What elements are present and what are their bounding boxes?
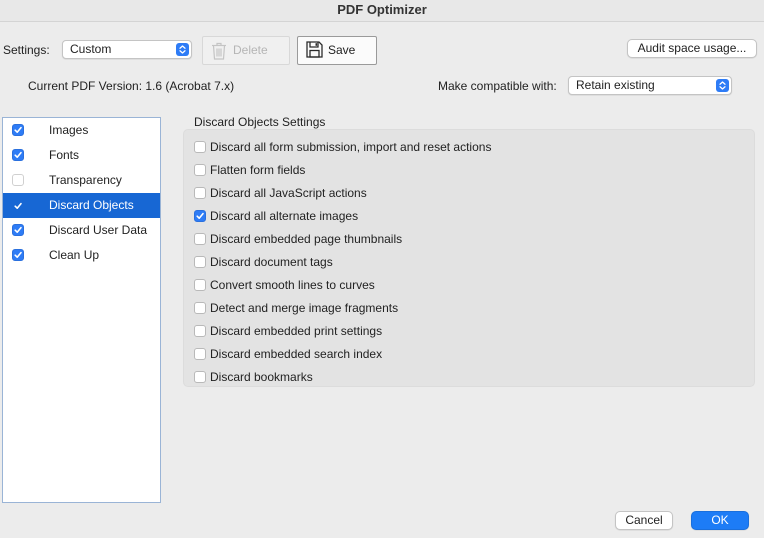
pdf-optimizer-window: Settings: Custom Delete Save Audit space… [0,22,764,538]
sidebar-checkbox-transparency[interactable] [12,174,24,186]
sidebar-item-label: Discard User Data [49,223,148,237]
settings-select[interactable]: Custom [62,40,192,59]
discard-objects-settings-group: Discard all form submission, import and … [183,129,755,387]
sidebar-item-label: Transparency [49,173,122,187]
sidebar-item-label: Clean Up [49,248,100,262]
delete-button[interactable]: Delete [202,36,290,65]
chevron-up-down-icon [716,79,729,92]
sidebar-item-label: Images [49,123,89,137]
sidebar-checkbox-discard-objects[interactable] [12,199,24,211]
chevron-up-down-icon [176,43,189,56]
ok-button[interactable]: OK [691,511,749,530]
delete-button-label: Delete [233,43,268,57]
option-label: Detect and merge image fragments [210,301,399,315]
sidebar-checkbox-fonts[interactable] [12,149,24,161]
floppy-disk-icon [306,41,323,68]
cancel-button[interactable]: Cancel [615,511,673,530]
option-checkbox[interactable] [194,210,206,222]
sidebar-checkbox-discard-user-data[interactable] [12,224,24,236]
option-label: Discard embedded page thumbnails [210,232,403,246]
sidebar-checkbox-images[interactable] [12,124,24,136]
option-checkbox[interactable] [194,187,206,199]
sidebar-item-fonts[interactable]: Fonts [3,143,160,168]
sidebar-item-label: Discard Objects [49,198,134,212]
option-checkbox[interactable] [194,325,206,337]
option-checkbox[interactable] [194,348,206,360]
current-pdf-version: Current PDF Version: 1.6 (Acrobat 7.x) [28,79,235,93]
option-checkbox[interactable] [194,279,206,291]
sidebar-item-discard-user-data[interactable]: Discard User Data [3,218,160,243]
checkmark-icon [196,212,204,219]
option-label: Discard embedded print settings [210,324,383,338]
category-sidebar: Images Fonts Transparency Discard Object… [2,117,161,503]
settings-select-value: Custom [70,42,112,56]
sidebar-item-label: Fonts [49,148,80,162]
trash-icon [211,42,227,70]
sidebar-item-discard-objects[interactable]: Discard Objects [3,193,160,218]
option-checkbox[interactable] [194,371,206,383]
option-checkbox[interactable] [194,256,206,268]
make-compatible-select[interactable]: Retain existing [568,76,732,95]
option-checkbox[interactable] [194,141,206,153]
save-button-label: Save [328,43,356,57]
option-label: Discard all form submission, import and … [210,140,492,154]
sidebar-item-images[interactable]: Images [3,118,160,143]
settings-label: Settings: [3,43,50,57]
save-button[interactable]: Save [297,36,377,65]
option-label: Discard embedded search index [210,347,383,361]
option-label: Convert smooth lines to curves [210,278,375,292]
make-compatible-select-value: Retain existing [576,78,655,92]
audit-space-usage-button[interactable]: Audit space usage... [627,39,757,58]
sidebar-item-clean-up[interactable]: Clean Up [3,243,160,268]
discard-objects-settings-title: Discard Objects Settings [194,115,326,129]
sidebar-checkbox-clean-up[interactable] [12,249,24,261]
option-label: Discard all JavaScript actions [210,186,367,200]
option-checkbox[interactable] [194,302,206,314]
make-compatible-label: Make compatible with: [438,79,557,93]
window-title: PDF Optimizer [0,0,764,22]
option-label: Discard bookmarks [210,370,313,384]
option-label: Discard document tags [210,255,333,269]
sidebar-item-transparency[interactable]: Transparency [3,168,160,193]
option-checkbox[interactable] [194,164,206,176]
option-label: Flatten form fields [210,163,306,177]
option-label: Discard all alternate images [210,209,359,223]
option-checkbox[interactable] [194,233,206,245]
